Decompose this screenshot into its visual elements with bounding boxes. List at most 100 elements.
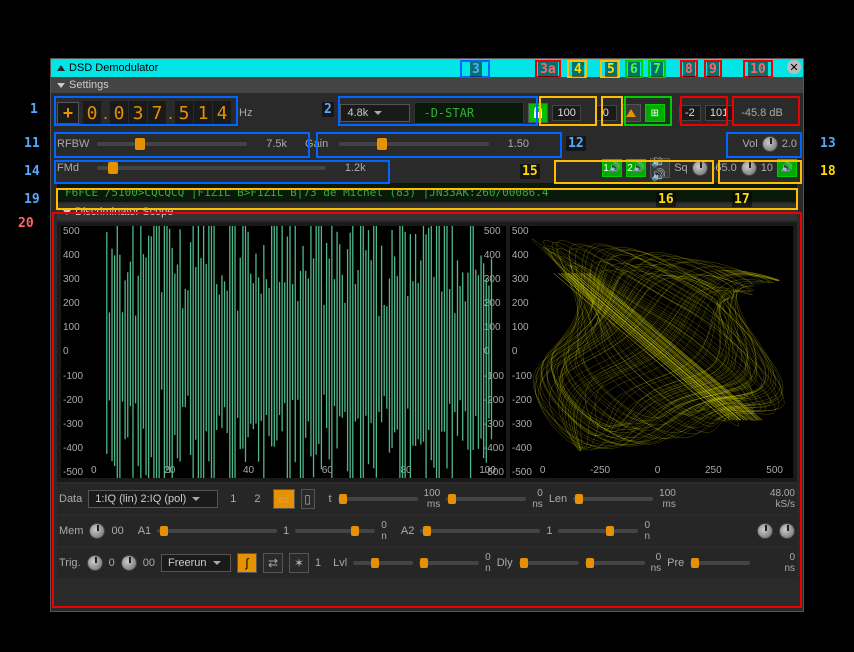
rfbw-slider[interactable] [97,142,247,146]
audio1-button[interactable]: 1🔊 [602,159,622,177]
lvl-slider2[interactable] [419,561,479,565]
scope-title: Discriminator Scope [75,206,173,218]
vol-value: 2.0 [782,138,797,150]
gain-slider[interactable] [339,142,489,146]
display-mode1-button[interactable]: ▭ [273,489,295,509]
row-tuning: + 0 . 0 3 7 . 5 1 4 Hz 4.8k -D-STAR 100 … [51,93,803,133]
gain-label: Gain [305,138,335,150]
freq-dot: . [167,103,174,124]
triangle-button[interactable] [621,104,641,122]
freq-digit[interactable]: 0 [83,101,101,125]
mem-knob[interactable] [89,523,105,539]
anno-17: 17 [732,192,752,207]
data-controls: Data 1:IQ (lin) 2:IQ (pol) 1 2 ▭ ▯ t 100… [57,484,797,514]
polar-chart: 5004003002001000-100-200-300-400-500 0-2… [510,226,793,478]
trig-0: 0 [109,557,115,569]
lvl-slider[interactable] [353,561,413,565]
anno-3: 3 [470,62,482,77]
pre-slider[interactable] [690,561,750,565]
bandwidth-select[interactable]: 4.8k [340,104,410,122]
charts: 5004003002001000-100-200-300-400-500 500… [57,222,797,482]
vol-knob[interactable] [762,136,778,152]
speaker-button[interactable]: 🔊 [777,159,797,177]
val-101[interactable]: 101 [705,105,733,121]
lock-button[interactable] [528,103,548,123]
sq-value: -65.0 [712,162,737,174]
freq-digit[interactable]: 7 [148,101,166,125]
dly-slider2[interactable] [585,561,645,565]
trig-1: 1 [315,557,321,569]
n2[interactable]: 2 [248,493,266,505]
t-label: t [329,493,332,505]
mem-controls: Mem 00 A1 1 0n A2 1 0n [57,516,797,546]
add-button[interactable]: + [57,102,79,124]
data-select[interactable]: 1:IQ (lin) 2:IQ (pol) [88,490,218,508]
both-edge-button[interactable]: ⇄ [263,553,283,573]
row-rfbw-gain: RFBW 7.5k Gain 1.50 Vol 2.0 [51,133,803,155]
display-mode2-button[interactable]: ▯ [301,489,315,509]
a2-slider2[interactable] [558,529,638,533]
anno-4: 4 [572,62,584,77]
scope-caret-icon [63,210,71,215]
a2-label: A2 [401,525,414,537]
a1-slider2[interactable] [295,529,375,533]
a1-slider[interactable] [157,529,277,533]
row-fmd: FMd 1.2k 1🔊 2🔊 🔉🔊 Sq -65.0 10 🔊 [51,155,803,181]
dly-slider[interactable] [519,561,579,565]
lvl-label: Lvl [333,557,347,569]
waveform-chart: 5004003002001000-100-200-300-400-500 500… [61,226,506,478]
knob-10[interactable] [741,160,757,176]
close-button[interactable]: ✕ [787,60,801,74]
a2-slider[interactable] [420,529,540,533]
pre-label: Pre [667,557,684,569]
gain-value: 1.50 [493,138,529,150]
trig-mode-select[interactable]: Freerun [161,554,231,572]
trig-knob1[interactable] [87,555,103,571]
audio2-button[interactable]: 2🔊 [626,159,646,177]
n1[interactable]: 1 [224,493,242,505]
grid-button[interactable]: ⊞ [645,104,665,122]
frequency-display[interactable]: 0 . 0 3 7 . 5 1 4 [83,101,231,125]
edge-button[interactable]: ∫ [237,553,257,573]
status-bar: F6FCE /5100>CQCQCQ |F1ZIL B>F1ZIL B|73 d… [57,183,797,202]
title-triangle-icon [57,65,65,71]
val-100[interactable]: 100 [552,105,580,121]
t-slider2[interactable] [446,497,526,501]
freq-digit[interactable]: 5 [175,101,193,125]
sq-knob[interactable] [692,160,708,176]
a1-label: A1 [138,525,151,537]
cross-button[interactable]: ✶ [289,553,309,573]
freq-digit[interactable]: 1 [194,101,212,125]
anno-18: 18 [818,164,838,179]
freq-dot: . [102,103,109,124]
trig-knob2[interactable] [121,555,137,571]
anno-2: 2 [322,102,334,117]
freq-digit[interactable]: 3 [129,101,147,125]
val-neg2[interactable]: -2 [679,105,701,121]
rfbw-value: 7.5k [251,138,287,150]
trig-00: 00 [143,557,155,569]
len-slider[interactable] [573,497,653,501]
sq-label: Sq [674,162,687,174]
chevron-down-icon [374,111,382,115]
t-slider[interactable] [338,497,418,501]
vol-label: Vol [742,138,757,150]
fmd-slider[interactable] [97,166,326,170]
audio-combined-button[interactable]: 🔉🔊 [650,158,670,178]
anno-11: 11 [22,136,42,151]
trig-label: Trig. [59,557,81,569]
settings-header[interactable]: Settings [51,77,803,93]
data-label: Data [59,493,82,505]
anno-19: 19 [22,192,42,207]
rfbw-label: RFBW [57,138,93,150]
mem-knob2[interactable] [757,523,773,539]
anno-13: 13 [818,136,838,151]
mem-knob3[interactable] [779,523,795,539]
hz-label: Hz [239,107,252,119]
freq-digit[interactable]: 4 [213,101,231,125]
freq-digit[interactable]: 0 [110,101,128,125]
scope-header[interactable]: Discriminator Scope [57,204,797,220]
anno-1: 1 [28,102,40,117]
val-0[interactable]: 0 [595,105,617,121]
fmd-value: 1.2k [330,162,366,174]
